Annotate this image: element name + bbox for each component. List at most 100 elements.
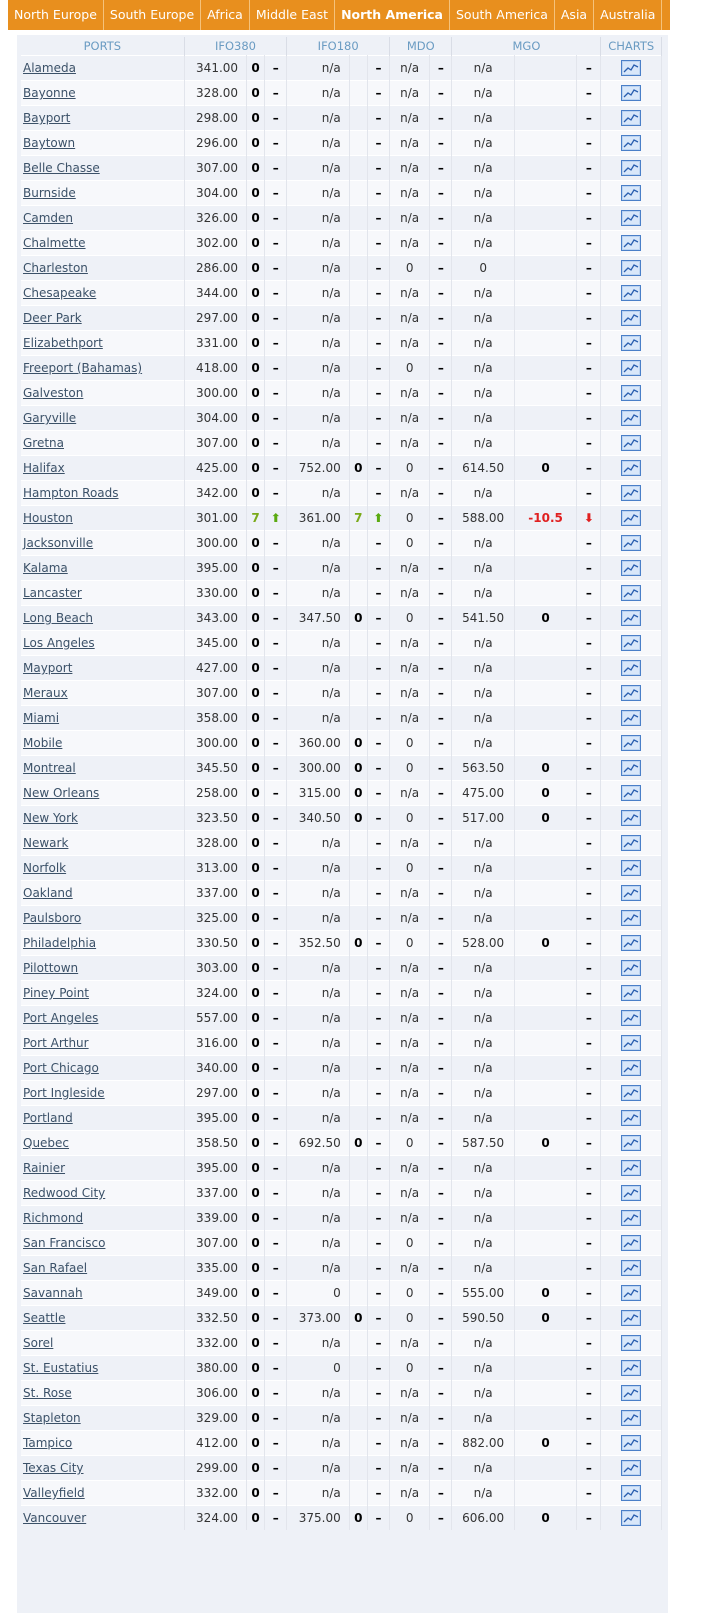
line-chart-icon[interactable]	[621, 960, 642, 976]
port-link[interactable]: Chalmette	[23, 236, 86, 250]
port-link[interactable]: Stapleton	[23, 1411, 81, 1425]
tab-asia[interactable]: Asia	[555, 0, 595, 30]
line-chart-icon[interactable]	[621, 710, 642, 726]
port-link[interactable]: Portland	[23, 1111, 73, 1125]
port-link[interactable]: Kalama	[23, 561, 68, 575]
line-chart-icon[interactable]	[621, 435, 642, 451]
port-link[interactable]: Port Angeles	[23, 1011, 98, 1025]
port-link[interactable]: Port Arthur	[23, 1036, 89, 1050]
line-chart-icon[interactable]	[621, 785, 642, 801]
line-chart-icon[interactable]	[621, 1360, 642, 1376]
port-link[interactable]: Piney Point	[23, 986, 89, 1000]
line-chart-icon[interactable]	[621, 1060, 642, 1076]
line-chart-icon[interactable]	[621, 735, 642, 751]
port-link[interactable]: Bayport	[23, 111, 70, 125]
line-chart-icon[interactable]	[621, 260, 642, 276]
line-chart-icon[interactable]	[621, 310, 642, 326]
port-link[interactable]: Alameda	[23, 61, 76, 75]
line-chart-icon[interactable]	[621, 510, 642, 526]
port-link[interactable]: Quebec	[23, 1136, 69, 1150]
port-link[interactable]: Camden	[23, 211, 73, 225]
line-chart-icon[interactable]	[621, 1385, 642, 1401]
tab-australia[interactable]: Australia	[594, 0, 663, 30]
line-chart-icon[interactable]	[621, 1110, 642, 1126]
line-chart-icon[interactable]	[621, 560, 642, 576]
line-chart-icon[interactable]	[621, 810, 642, 826]
port-link[interactable]: Long Beach	[23, 611, 93, 625]
tab-south-europe[interactable]: South Europe	[104, 0, 202, 30]
port-link[interactable]: San Rafael	[23, 1261, 87, 1275]
line-chart-icon[interactable]	[621, 985, 642, 1001]
port-link[interactable]: Bayonne	[23, 86, 76, 100]
line-chart-icon[interactable]	[621, 160, 642, 176]
port-link[interactable]: Oakland	[23, 886, 73, 900]
port-link[interactable]: Rainier	[23, 1161, 65, 1175]
line-chart-icon[interactable]	[621, 685, 642, 701]
port-link[interactable]: Newark	[23, 836, 68, 850]
line-chart-icon[interactable]	[621, 1135, 642, 1151]
line-chart-icon[interactable]	[621, 1235, 642, 1251]
port-link[interactable]: Houston	[23, 511, 73, 525]
port-link[interactable]: Vancouver	[23, 1511, 86, 1525]
port-link[interactable]: Los Angeles	[23, 636, 95, 650]
port-link[interactable]: St. Rose	[23, 1386, 72, 1400]
port-link[interactable]: Montreal	[23, 761, 76, 775]
port-link[interactable]: Baytown	[23, 136, 75, 150]
port-link[interactable]: Port Chicago	[23, 1061, 99, 1075]
port-link[interactable]: Galveston	[23, 386, 83, 400]
line-chart-icon[interactable]	[621, 1510, 642, 1526]
port-link[interactable]: Freeport (Bahamas)	[23, 361, 142, 375]
tab-north-america[interactable]: North America	[335, 0, 450, 30]
line-chart-icon[interactable]	[621, 485, 642, 501]
line-chart-icon[interactable]	[621, 1410, 642, 1426]
port-link[interactable]: Gretna	[23, 436, 64, 450]
line-chart-icon[interactable]	[621, 635, 642, 651]
line-chart-icon[interactable]	[621, 535, 642, 551]
port-link[interactable]: Mayport	[23, 661, 72, 675]
tab-north-europe[interactable]: North Europe	[8, 0, 104, 30]
line-chart-icon[interactable]	[621, 885, 642, 901]
line-chart-icon[interactable]	[621, 910, 642, 926]
line-chart-icon[interactable]	[621, 1485, 642, 1501]
line-chart-icon[interactable]	[621, 660, 642, 676]
port-link[interactable]: Charleston	[23, 261, 88, 275]
line-chart-icon[interactable]	[621, 210, 642, 226]
port-link[interactable]: Belle Chasse	[23, 161, 100, 175]
line-chart-icon[interactable]	[621, 110, 642, 126]
port-link[interactable]: Miami	[23, 711, 59, 725]
port-link[interactable]: Halifax	[23, 461, 65, 475]
port-link[interactable]: Savannah	[23, 1286, 83, 1300]
line-chart-icon[interactable]	[621, 385, 642, 401]
line-chart-icon[interactable]	[621, 610, 642, 626]
line-chart-icon[interactable]	[621, 1435, 642, 1451]
line-chart-icon[interactable]	[621, 1160, 642, 1176]
port-link[interactable]: Valleyfield	[23, 1486, 85, 1500]
line-chart-icon[interactable]	[621, 335, 642, 351]
line-chart-icon[interactable]	[621, 835, 642, 851]
line-chart-icon[interactable]	[621, 860, 642, 876]
port-link[interactable]: Paulsboro	[23, 911, 81, 925]
port-link[interactable]: Richmond	[23, 1211, 83, 1225]
line-chart-icon[interactable]	[621, 935, 642, 951]
line-chart-icon[interactable]	[621, 235, 642, 251]
port-link[interactable]: Elizabethport	[23, 336, 103, 350]
tab-africa[interactable]: Africa	[201, 0, 250, 30]
port-link[interactable]: Seattle	[23, 1311, 65, 1325]
line-chart-icon[interactable]	[621, 1285, 642, 1301]
line-chart-icon[interactable]	[621, 360, 642, 376]
tab-south-america[interactable]: South America	[450, 0, 555, 30]
port-link[interactable]: St. Eustatius	[23, 1361, 98, 1375]
port-link[interactable]: Meraux	[23, 686, 68, 700]
line-chart-icon[interactable]	[621, 1085, 642, 1101]
port-link[interactable]: Tampico	[23, 1436, 72, 1450]
port-link[interactable]: New Orleans	[23, 786, 99, 800]
port-link[interactable]: Deer Park	[23, 311, 82, 325]
line-chart-icon[interactable]	[621, 1035, 642, 1051]
port-link[interactable]: Norfolk	[23, 861, 66, 875]
port-link[interactable]: Hampton Roads	[23, 486, 119, 500]
line-chart-icon[interactable]	[621, 1460, 642, 1476]
line-chart-icon[interactable]	[621, 1310, 642, 1326]
line-chart-icon[interactable]	[621, 460, 642, 476]
port-link[interactable]: Sorel	[23, 1336, 53, 1350]
port-link[interactable]: Garyville	[23, 411, 76, 425]
